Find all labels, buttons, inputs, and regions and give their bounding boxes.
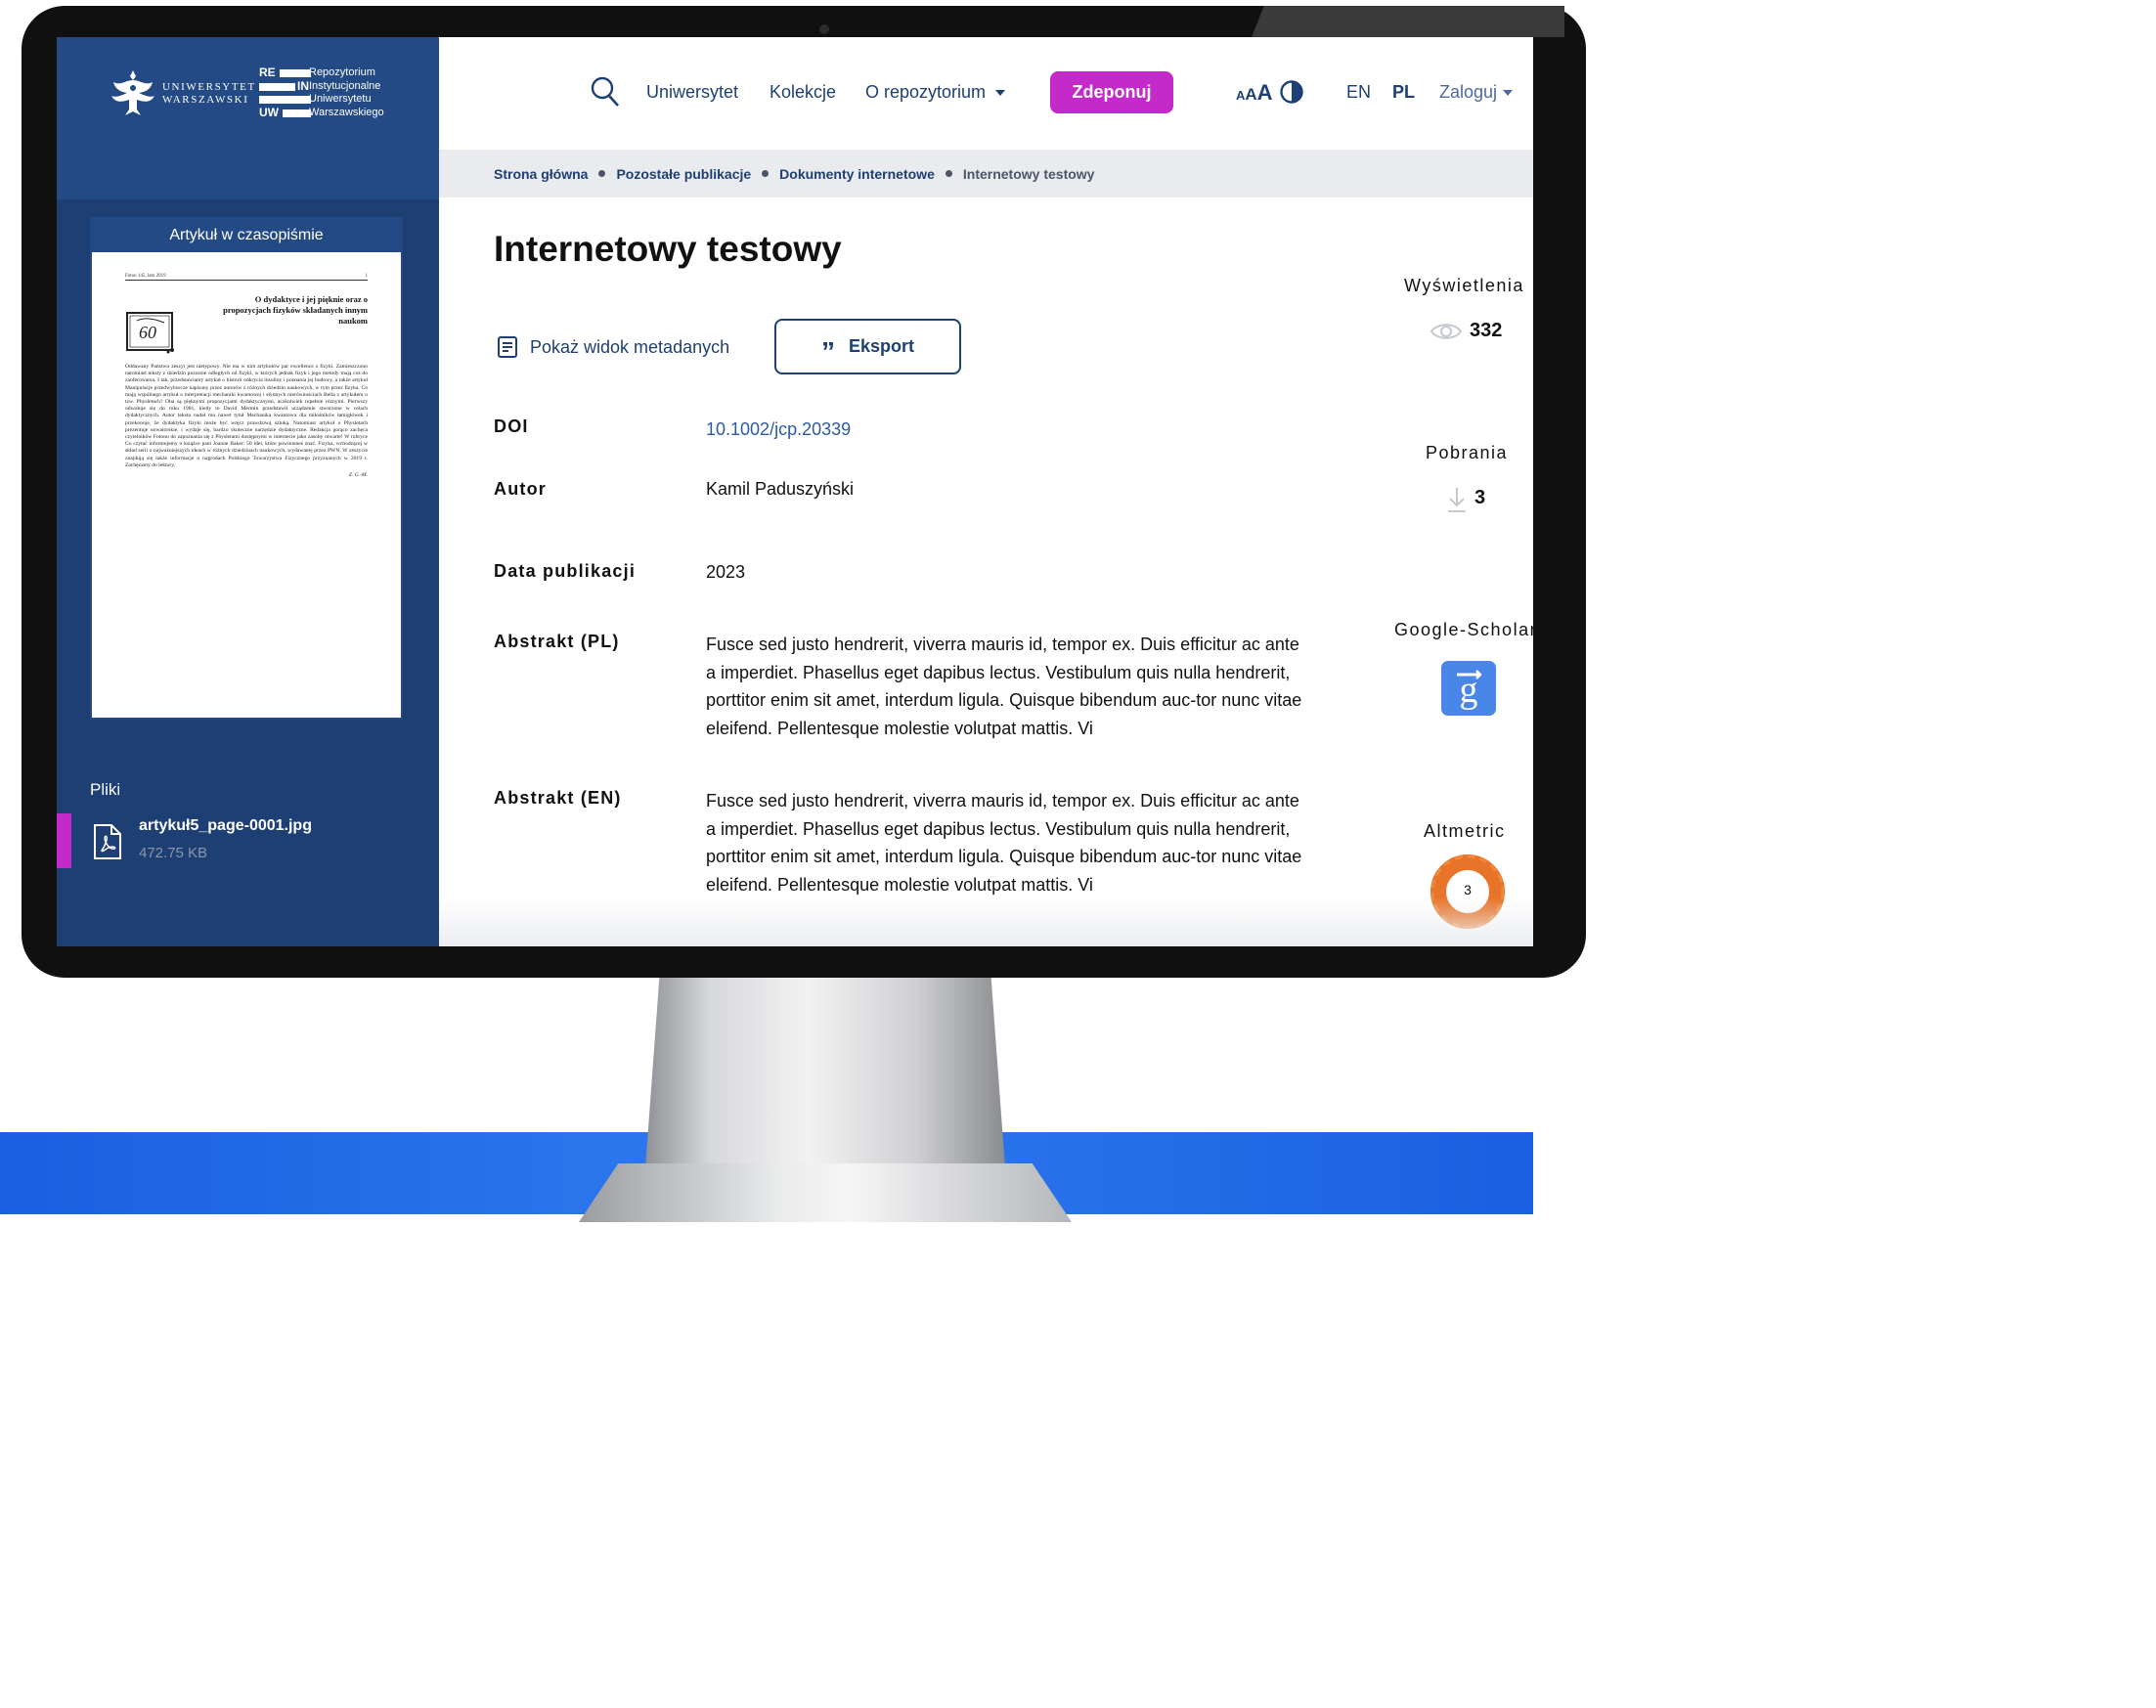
rein-tag-re: RE: [259, 66, 276, 80]
font-size-large[interactable]: A: [1257, 80, 1273, 105]
doi-link[interactable]: 10.1002/jcp.20339: [706, 419, 851, 440]
rein-line: Repozytorium: [309, 66, 375, 78]
abstract-pl-text: Fusce sed justo hendrerit, viverra mauri…: [706, 635, 1302, 738]
sidebar-header: UNIWERSYTET WARSZAWSKI RE Repozytorium I…: [57, 37, 439, 199]
breadcrumb-separator: [945, 170, 952, 177]
monitor-stand-base: [579, 1163, 1072, 1222]
rein-tag-in: IN: [297, 78, 309, 93]
google-scholar-icon[interactable]: g: [1441, 661, 1496, 716]
preview-header-right: 1: [365, 274, 369, 279]
rein-line: Uniwersytetu: [309, 93, 372, 105]
breadcrumb-current: Internetowy testowy: [962, 165, 1095, 182]
scroll-fade: [439, 898, 1533, 946]
preview-body: Oddawany Państwu zeszyt jest nietypowy. …: [125, 364, 368, 468]
repository-logo[interactable]: RE Repozytorium IN Instytucjonalne Uniwe…: [259, 66, 384, 119]
metadata-view-toggle[interactable]: Pokaż widok metadanych: [497, 335, 729, 359]
monitor-glare: [1252, 6, 1564, 37]
caret-down-icon: [1503, 90, 1514, 97]
font-size-control[interactable]: AAA: [1236, 80, 1273, 106]
svg-text:60: 60: [139, 323, 156, 342]
export-label: Eksport: [848, 336, 915, 356]
doi-label: DOI: [494, 416, 529, 436]
breadcrumb-separator: [598, 170, 606, 177]
contrast-icon[interactable]: [1280, 80, 1303, 104]
font-size-medium[interactable]: A: [1245, 85, 1256, 104]
preview-illustration-icon: 60: [126, 312, 174, 354]
top-navigation: Uniwersytet Kolekcje O repozytorium Zdep…: [439, 37, 1533, 150]
altmetric-score: 3: [1464, 882, 1472, 898]
quote-icon: ”: [820, 335, 835, 367]
page-title: Internetowy testowy: [494, 229, 842, 269]
document-preview-header: Foton 145, lato 2019 1: [125, 274, 368, 281]
document-preview-card[interactable]: Artykuł w czasopiśmie Foton 145, lato 20…: [90, 217, 403, 720]
deposit-button[interactable]: Zdeponuj: [1050, 71, 1173, 113]
nav-dropdown-o-repozytorium[interactable]: O repozytorium: [865, 82, 1006, 103]
file-active-indicator: [57, 813, 71, 868]
rein-tag-uw: UW: [259, 105, 279, 119]
publication-date-value: 2023: [706, 562, 746, 582]
breadcrumb-web-documents[interactable]: Dokumenty internetowe: [779, 166, 935, 182]
views-label: Wyświetlenia: [1404, 276, 1524, 295]
file-link[interactable]: artykuł5_page-0001.jpg: [139, 817, 312, 835]
author-label: Autor: [494, 479, 547, 499]
language-pl[interactable]: PL: [1392, 82, 1415, 103]
eye-icon: [1430, 324, 1463, 339]
font-size-small[interactable]: A: [1236, 88, 1245, 103]
login-dropdown[interactable]: Zaloguj: [1439, 82, 1514, 103]
university-name: UNIWERSYTET WARSZAWSKI: [162, 81, 256, 107]
author-value: Kamil Paduszyński: [706, 479, 855, 499]
breadcrumb-home[interactable]: Strona główna: [494, 166, 588, 182]
breadcrumb-other-publications[interactable]: Pozostałe publikacje: [616, 166, 751, 182]
camera-dot: [819, 24, 829, 34]
breadcrumb: Strona główna Pozostałe publikacje Dokum…: [439, 150, 1533, 197]
breadcrumb-separator: [762, 170, 770, 177]
university-name-line2: WARSZAWSKI: [162, 94, 249, 106]
file-size: 472.75 KB: [139, 845, 208, 861]
export-button[interactable]: ” Eksport: [774, 319, 961, 374]
preview-header-left: Foton 145, lato 2019: [125, 274, 166, 279]
preview-title: O dydaktyce i jej pięknie oraz o propozy…: [223, 294, 368, 326]
nav-dropdown-label: O repozytorium: [865, 82, 987, 102]
altmetric-label: Altmetric: [1424, 821, 1506, 841]
publication-date-label: Data publikacji: [494, 561, 637, 581]
main-content: Uniwersytet Kolekcje O repozytorium Zdep…: [439, 37, 1533, 946]
login-label: Zaloguj: [1439, 82, 1498, 102]
downloads-label: Pobrania: [1426, 443, 1509, 462]
metadata-view-label: Pokaż widok metadanych: [530, 336, 730, 357]
preview-signature: Z. G.-M.: [348, 472, 368, 479]
caret-down-icon: [995, 90, 1006, 97]
university-eagle-logo[interactable]: [108, 66, 158, 121]
monitor-stand: [645, 973, 1005, 1168]
views-count: 332: [1470, 320, 1503, 341]
nav-link-kolekcje[interactable]: Kolekcje: [770, 82, 836, 103]
rein-line: Instytucjonalne: [309, 79, 381, 92]
language-en[interactable]: EN: [1346, 82, 1371, 103]
downloads-count: 3: [1474, 487, 1486, 508]
nav-link-uniwersytet[interactable]: Uniwersytet: [646, 82, 738, 103]
browser-screen: UNIWERSYTET WARSZAWSKI RE Repozytorium I…: [57, 37, 1533, 946]
document-preview-page: Foton 145, lato 2019 1 60 O dydaktyce i …: [92, 274, 401, 478]
sidebar: UNIWERSYTET WARSZAWSKI RE Repozytorium I…: [57, 37, 439, 946]
abstract-en-text: Fusce sed justo hendrerit, viverra mauri…: [706, 791, 1302, 895]
search-icon[interactable]: [591, 76, 620, 108]
rein-line: Warszawskiego: [309, 106, 384, 118]
pdf-file-icon[interactable]: [92, 823, 123, 860]
files-heading: Pliki: [90, 780, 121, 799]
download-icon: [1448, 488, 1466, 512]
document-type-label: Artykuł w czasopiśmie: [92, 219, 401, 252]
metadata-list-icon: [498, 336, 517, 358]
university-name-line1: UNIWERSYTET: [162, 81, 256, 93]
abstract-pl-label: Abstrakt (PL): [494, 632, 620, 651]
google-scholar-label: Google-Scholar: [1394, 620, 1533, 639]
abstract-en-label: Abstrakt (EN): [494, 788, 622, 808]
